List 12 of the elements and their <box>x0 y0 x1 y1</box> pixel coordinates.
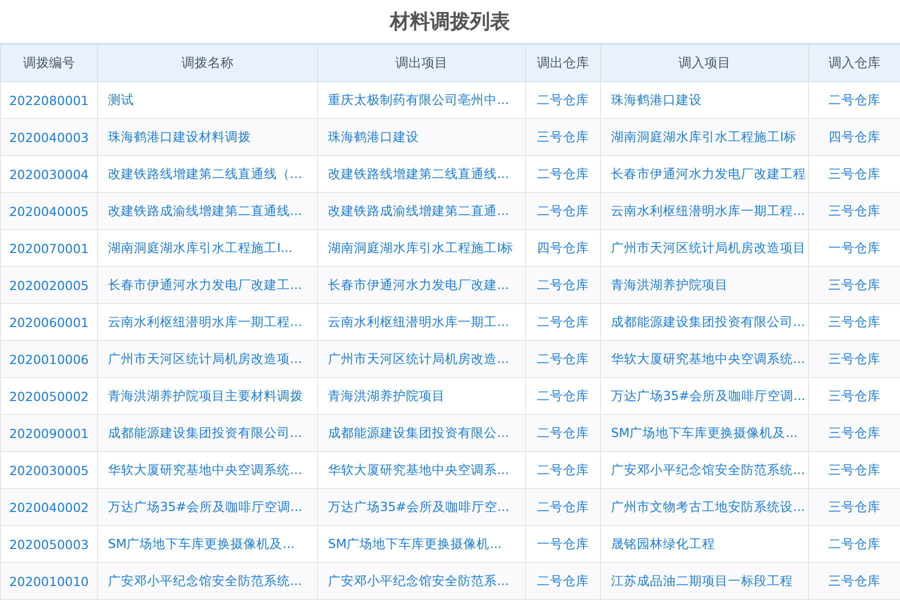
table-cell: 2020010010 <box>0 562 98 600</box>
column-header[interactable]: 调入项目 <box>600 44 808 82</box>
column-header[interactable]: 调拨编号 <box>0 44 98 82</box>
column-header[interactable]: 调出仓库 <box>526 44 600 82</box>
column-header[interactable]: 调出项目 <box>318 44 526 82</box>
table-cell: 广安邓小平纪念馆安全防范系统... <box>98 562 318 600</box>
table-cell: 江苏成品油二期项目一标段工程 <box>600 562 808 600</box>
table-cell: 广安邓小平纪念馆安全防范系... <box>318 562 526 600</box>
table-cell: 二号仓库 <box>526 562 600 600</box>
column-header[interactable]: 调拨名称 <box>98 44 318 82</box>
page-title: 材料调拨列表 <box>388 8 511 35</box>
column-header[interactable]: 调入仓库 <box>808 44 900 82</box>
